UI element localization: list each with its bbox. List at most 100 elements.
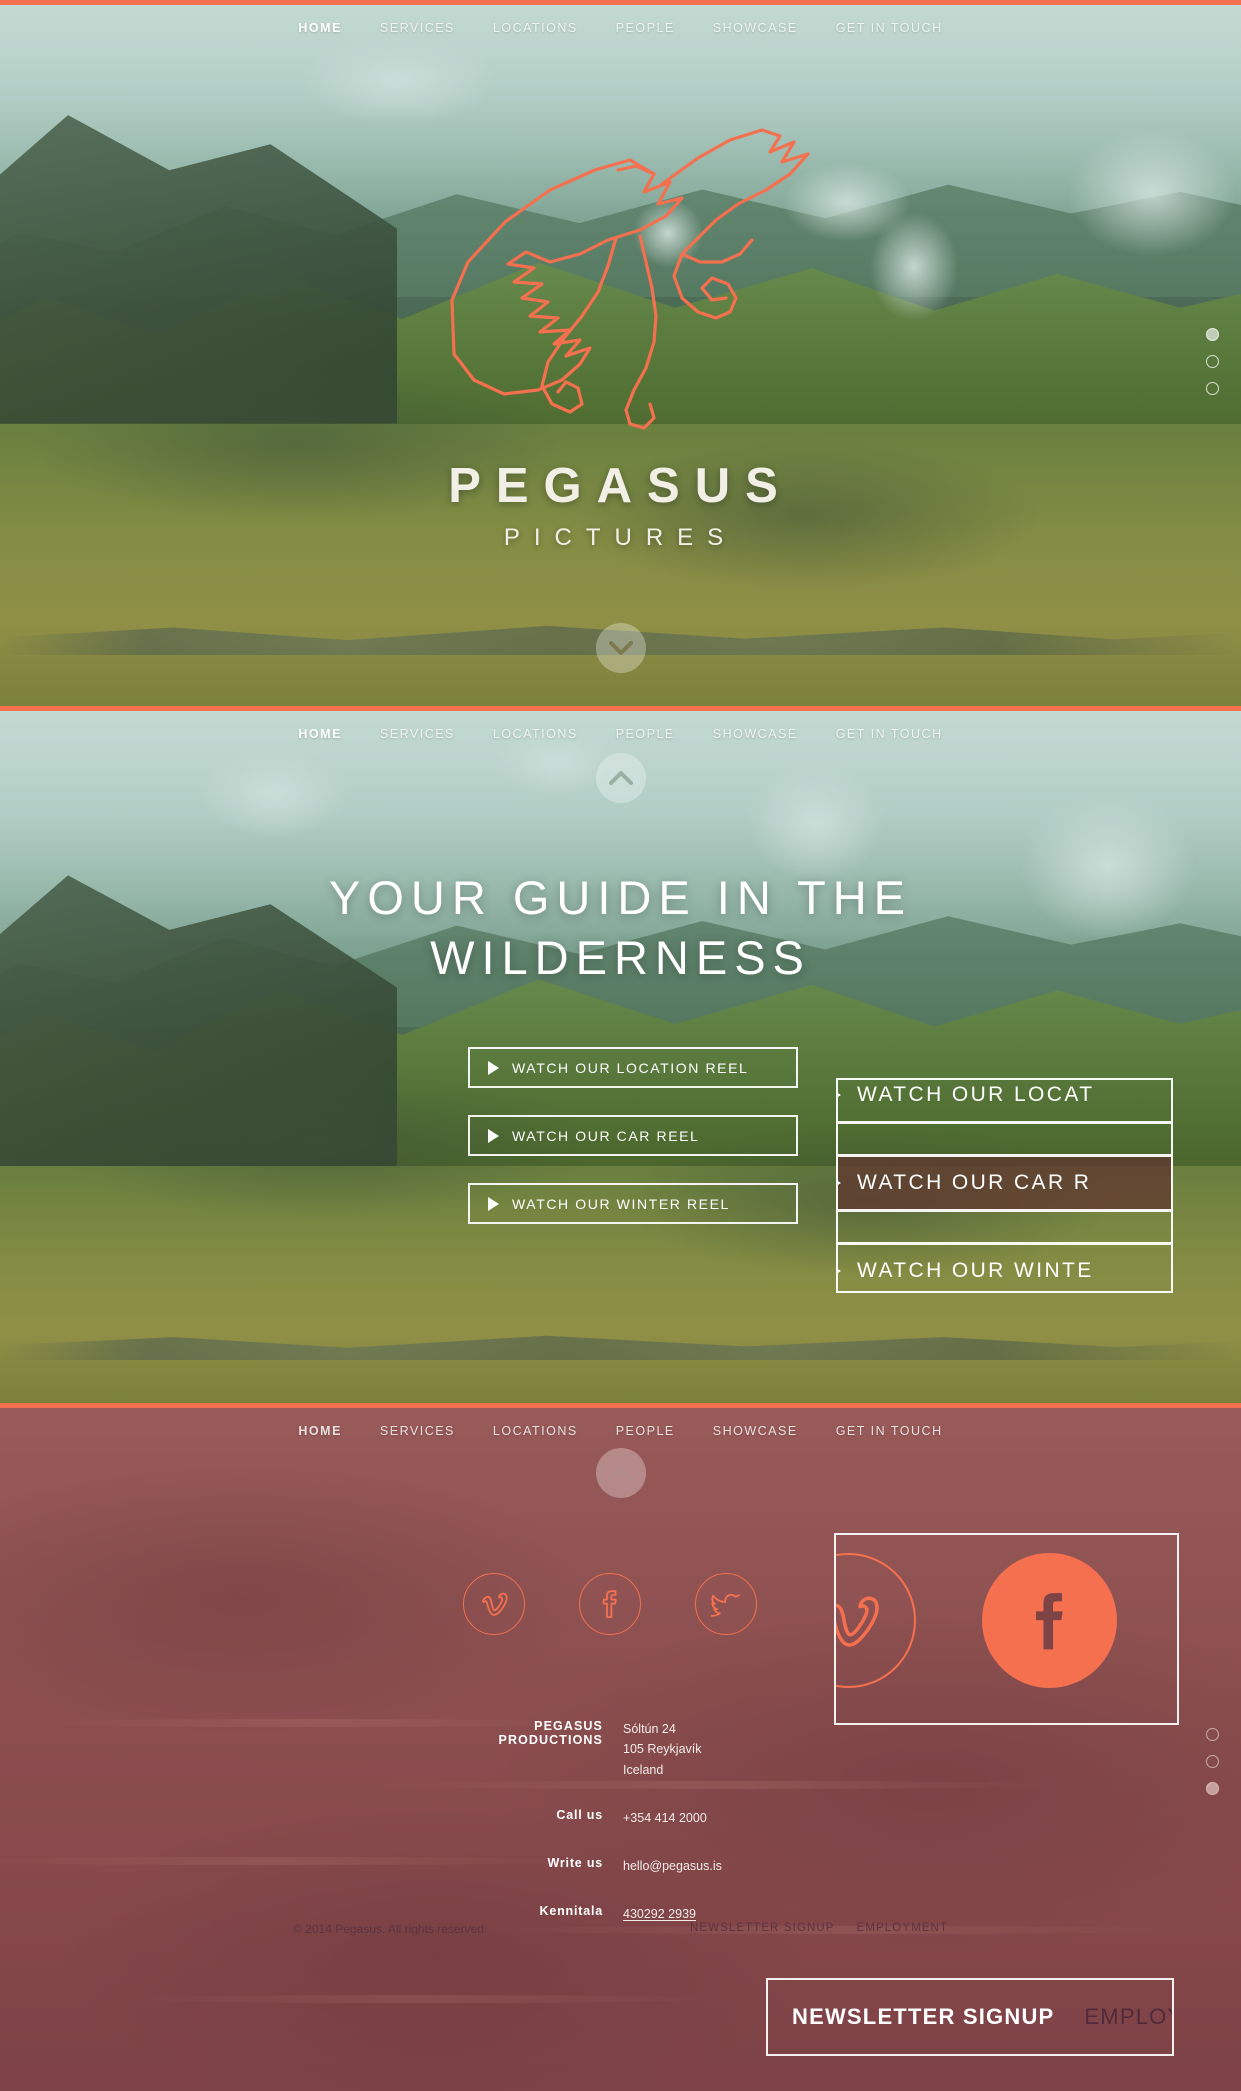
contact-row-email: Write us hello@pegasus.is — [455, 1856, 722, 1876]
magnified-location-reel-button[interactable]: WATCH OUR LOCAT — [838, 1080, 1171, 1124]
panel-accent-rule — [0, 706, 1241, 711]
panel-accent-rule — [0, 1403, 1241, 1408]
address-line-3: Iceland — [623, 1762, 664, 1777]
watch-winter-reel-label: WATCH OUR WINTER REEL — [512, 1195, 730, 1212]
address-line-2: 105 Reykjavík — [623, 1742, 702, 1757]
employment-link[interactable]: EMPLOYMENT — [857, 1922, 949, 1934]
address-values: Sóltún 24 105 Reykjavík Iceland — [623, 1719, 702, 1780]
watch-winter-reel-button[interactable]: WATCH OUR WINTER REEL — [468, 1183, 798, 1224]
play-triangle-icon — [838, 1261, 841, 1281]
write-us-label: Write us — [547, 1856, 603, 1870]
magnified-newsletter-signup-link[interactable]: NEWSLETTER SIGNUP — [792, 2004, 1054, 2030]
vimeo-icon — [482, 1592, 508, 1616]
pagination-dot-3[interactable] — [1206, 1782, 1219, 1795]
magnified-vimeo-link[interactable] — [836, 1553, 916, 1688]
magnified-car-reel-button[interactable]: WATCH OUR CAR R — [838, 1154, 1171, 1212]
facebook-link[interactable] — [579, 1573, 641, 1635]
call-us-value[interactable]: +354 414 2000 — [623, 1808, 707, 1828]
nav-item-locations[interactable]: LOCATIONS — [493, 1424, 578, 1438]
watch-location-reel-button[interactable]: WATCH OUR LOCATION REEL — [468, 1047, 798, 1088]
contact-row-kennitala: Kennitala 430292 2939 — [455, 1904, 722, 1924]
kennitala-value: 430292 2939 — [623, 1907, 696, 1922]
magnified-reels-inset: WATCH OUR LOCAT WATCH OUR CAR R WATCH OU… — [836, 1078, 1173, 1293]
company-label: PEGASUS PRODUCTIONS — [498, 1719, 603, 1747]
nav-item-services[interactable]: SERVICES — [380, 21, 455, 35]
play-triangle-icon — [838, 1173, 841, 1193]
pagination-dot-2[interactable] — [1206, 355, 1219, 368]
nav-item-showcase[interactable]: SHOWCASE — [713, 727, 798, 741]
chevron-down-icon — [608, 640, 633, 655]
hero-panel: HOME SERVICES LOCATIONS PEOPLE SHOWCASE … — [0, 0, 1241, 706]
nav-item-home[interactable]: HOME — [298, 727, 342, 741]
pagination-dots-hero[interactable] — [1206, 328, 1219, 395]
pagination-dot-1[interactable] — [1206, 328, 1219, 341]
facebook-icon — [602, 1590, 617, 1618]
nav-item-showcase[interactable]: SHOWCASE — [713, 21, 798, 35]
nav-item-get-in-touch[interactable]: GET IN TOUCH — [836, 1424, 943, 1438]
nav-item-home[interactable]: HOME — [298, 1424, 342, 1438]
nav-item-people[interactable]: PEOPLE — [616, 21, 675, 35]
nav-item-people[interactable]: PEOPLE — [616, 1424, 675, 1438]
site-title: PEGASUS — [448, 459, 793, 513]
magnified-car-reel-label: WATCH OUR CAR R — [857, 1171, 1092, 1194]
play-triangle-icon — [488, 1060, 499, 1075]
pagination-dot-2[interactable] — [1206, 1755, 1219, 1768]
nav-item-services[interactable]: SERVICES — [380, 727, 455, 741]
nav-item-services[interactable]: SERVICES — [380, 1424, 455, 1438]
primary-nav-footer[interactable]: HOME SERVICES LOCATIONS PEOPLE SHOWCASE … — [0, 1411, 1241, 1445]
contact-row-phone: Call us +354 414 2000 — [455, 1808, 722, 1828]
twitter-icon — [711, 1593, 740, 1617]
scroll-up-button-footer[interactable] — [595, 1448, 646, 1498]
nav-item-locations[interactable]: LOCATIONS — [493, 727, 578, 741]
play-triangle-icon — [838, 1085, 841, 1105]
nav-item-get-in-touch[interactable]: GET IN TOUCH — [836, 21, 943, 35]
play-triangle-icon — [488, 1128, 499, 1143]
chevron-up-icon — [608, 770, 633, 785]
social-links — [463, 1573, 757, 1635]
site-subtitle: PICTURES — [503, 524, 738, 551]
write-us-value[interactable]: hello@pegasus.is — [623, 1856, 722, 1876]
footer-links: NEWSLETTER SIGNUP EMPLOYMENT — [690, 1922, 948, 1934]
magnified-employment-link[interactable]: EMPLOYMENT — [1084, 2004, 1172, 2030]
reels-heading-line-2: WILDERNESS — [430, 931, 811, 985]
vimeo-icon — [836, 1595, 879, 1647]
facebook-icon — [1035, 1592, 1063, 1649]
magnified-winter-reel-label: WATCH OUR WINTE — [857, 1259, 1094, 1282]
newsletter-signup-link[interactable]: NEWSLETTER SIGNUP — [690, 1922, 835, 1934]
magnified-footer-links-inset: NEWSLETTER SIGNUP EMPLOYMENT — [766, 1978, 1174, 2056]
watch-location-reel-label: WATCH OUR LOCATION REEL — [512, 1059, 749, 1076]
vimeo-link[interactable] — [463, 1573, 525, 1635]
watch-car-reel-button[interactable]: WATCH OUR CAR REEL — [468, 1115, 798, 1156]
nav-item-locations[interactable]: LOCATIONS — [493, 21, 578, 35]
contact-row-address: PEGASUS PRODUCTIONS Sóltún 24 105 Reykja… — [455, 1719, 722, 1780]
magnified-socials-inset — [834, 1533, 1179, 1725]
magnified-winter-reel-button[interactable]: WATCH OUR WINTE — [838, 1242, 1171, 1291]
primary-nav-reels[interactable]: HOME SERVICES LOCATIONS PEOPLE SHOWCASE … — [0, 714, 1241, 748]
copyright-text: © 2014 Pegasus. All rights reserved. — [293, 1922, 488, 1936]
pagination-dot-3[interactable] — [1206, 382, 1219, 395]
scroll-down-button-hero[interactable] — [595, 623, 646, 673]
primary-nav-hero[interactable]: HOME SERVICES LOCATIONS PEOPLE SHOWCASE … — [0, 8, 1241, 42]
nav-item-home[interactable]: HOME — [298, 21, 342, 35]
call-us-label: Call us — [556, 1807, 603, 1822]
nav-item-people[interactable]: PEOPLE — [616, 727, 675, 741]
reel-buttons-list: WATCH OUR LOCATION REEL WATCH OUR CAR RE… — [468, 1047, 798, 1251]
reels-heading: YOUR GUIDE IN THE WILDERNESS — [0, 868, 1241, 988]
twitter-link[interactable] — [695, 1573, 757, 1635]
reels-heading-line-1: YOUR GUIDE IN THE — [329, 871, 912, 924]
nav-item-showcase[interactable]: SHOWCASE — [713, 1424, 798, 1438]
watch-car-reel-label: WATCH OUR CAR REEL — [512, 1127, 700, 1144]
hero-title-block: PEGASUS PICTURES — [0, 458, 1241, 552]
pagination-dot-1[interactable] — [1206, 1728, 1219, 1741]
magnified-facebook-link[interactable] — [982, 1553, 1117, 1688]
page-root: HOME SERVICES LOCATIONS PEOPLE SHOWCASE … — [0, 0, 1241, 2091]
top-accent-rule — [0, 0, 1241, 5]
nav-item-get-in-touch[interactable]: GET IN TOUCH — [836, 727, 943, 741]
play-triangle-icon — [488, 1196, 499, 1211]
chevron-up-icon — [608, 1465, 633, 1480]
pagination-dots-footer[interactable] — [1206, 1728, 1219, 1795]
scroll-up-button-reels[interactable] — [595, 753, 646, 803]
